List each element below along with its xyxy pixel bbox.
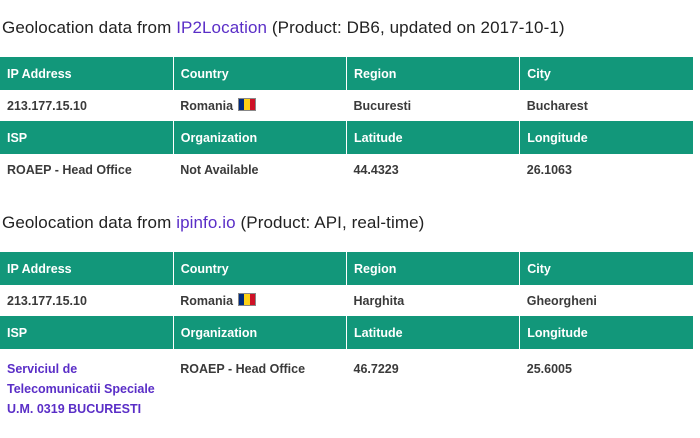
longitude-value: 25.6005 xyxy=(519,349,693,419)
header-country: Country xyxy=(173,57,348,90)
ip-address-value: 213.177.15.10 xyxy=(0,285,174,316)
latitude-value: 44.4323 xyxy=(346,154,520,185)
isp-value: ROAEP - Head Office xyxy=(0,154,174,185)
heading-suffix: (Product: API, real-time) xyxy=(235,213,425,232)
region-value: Harghita xyxy=(346,285,520,316)
table-header-row: IP Address Country Region City xyxy=(0,57,693,90)
latitude-value: 46.7229 xyxy=(346,349,520,419)
region-value: Bucuresti xyxy=(346,90,520,121)
table-row: 213.177.15.10 Romania Bucuresti Buchares… xyxy=(0,90,693,121)
header-isp: ISP xyxy=(0,316,174,349)
organization-value: Not Available xyxy=(173,154,347,185)
country-cell: Romania xyxy=(173,90,347,121)
city-value: Bucharest xyxy=(519,90,693,121)
longitude-value: 26.1063 xyxy=(519,154,693,185)
romania-flag-icon xyxy=(238,98,257,111)
country-value: Romania xyxy=(180,294,234,308)
header-region: Region xyxy=(346,57,521,90)
header-organization: Organization xyxy=(173,121,348,154)
header-organization: Organization xyxy=(173,316,348,349)
isp-link[interactable]: Serviciul de Telecomunicatii Speciale U.… xyxy=(7,359,166,419)
header-country: Country xyxy=(173,252,348,285)
ipinfo-link[interactable]: ipinfo.io xyxy=(176,213,236,232)
heading-suffix: (Product: DB6, updated on 2017-10-1) xyxy=(267,18,565,37)
country-value: Romania xyxy=(180,99,234,113)
table-header-row: ISP Organization Latitude Longitude xyxy=(0,121,693,154)
city-value: Gheorgheni xyxy=(519,285,693,316)
geolocation-table-ipinfo: IP Address Country Region City 213.177.1… xyxy=(0,252,693,419)
country-cell: Romania xyxy=(173,285,347,316)
section-heading-ip2location: Geolocation data from IP2Location (Produ… xyxy=(2,18,565,38)
table-row: Serviciul de Telecomunicatii Speciale U.… xyxy=(0,349,693,419)
heading-prefix: Geolocation data from xyxy=(2,18,177,37)
header-ip-address: IP Address xyxy=(0,57,174,90)
table-row: 213.177.15.10 Romania Harghita Gheorghen… xyxy=(0,285,693,316)
table-header-row: ISP Organization Latitude Longitude xyxy=(0,316,693,349)
heading-prefix: Geolocation data from xyxy=(2,213,177,232)
header-latitude: Latitude xyxy=(346,121,521,154)
header-city: City xyxy=(519,57,693,90)
header-longitude: Longitude xyxy=(519,316,693,349)
header-longitude: Longitude xyxy=(519,121,693,154)
header-isp: ISP xyxy=(0,121,174,154)
header-city: City xyxy=(519,252,693,285)
header-ip-address: IP Address xyxy=(0,252,174,285)
isp-cell: Serviciul de Telecomunicatii Speciale U.… xyxy=(0,349,174,419)
romania-flag-icon xyxy=(238,293,257,306)
table-row: ROAEP - Head Office Not Available 44.432… xyxy=(0,154,693,185)
ip2location-link[interactable]: IP2Location xyxy=(176,18,267,37)
organization-value: ROAEP - Head Office xyxy=(173,349,347,419)
section-heading-ipinfo: Geolocation data from ipinfo.io (Product… xyxy=(2,213,424,233)
table-header-row: IP Address Country Region City xyxy=(0,252,693,285)
geolocation-table-ip2location: IP Address Country Region City 213.177.1… xyxy=(0,57,693,185)
ip-address-value: 213.177.15.10 xyxy=(0,90,174,121)
header-latitude: Latitude xyxy=(346,316,521,349)
header-region: Region xyxy=(346,252,521,285)
